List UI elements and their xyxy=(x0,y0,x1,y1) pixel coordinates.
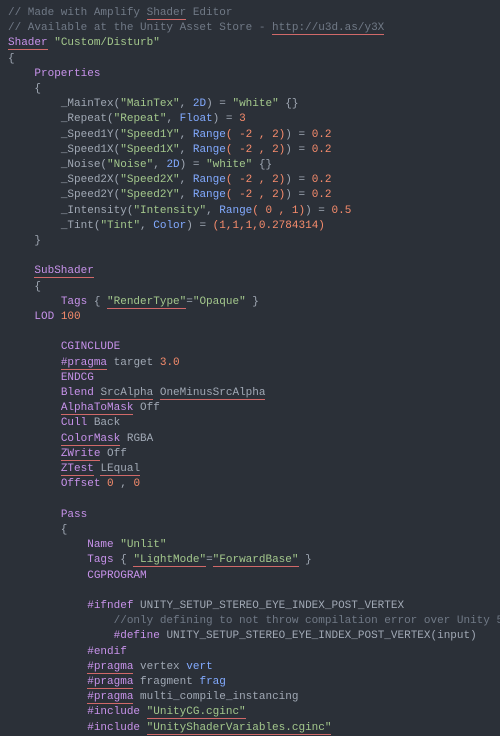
code-block: // Made with Amplify Shader Editor // Av… xyxy=(8,6,500,736)
